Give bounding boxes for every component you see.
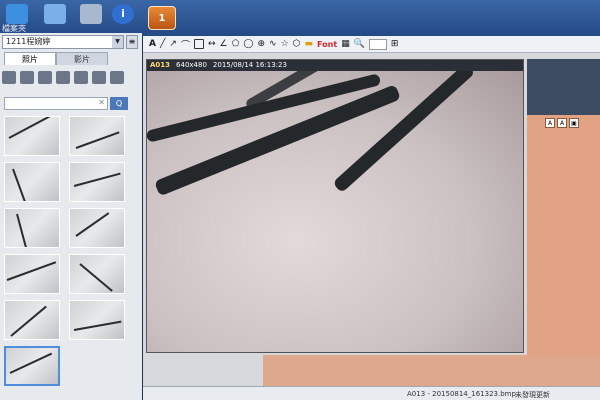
compare-icon[interactable]	[74, 70, 88, 84]
side-button-3[interactable]: ▣	[569, 118, 579, 128]
status-message: 未發現更新	[515, 391, 550, 399]
thumbnail[interactable]	[4, 208, 60, 248]
polygon-tool-icon[interactable]: ⬠	[232, 39, 240, 49]
rectangle-tool-icon[interactable]	[193, 39, 204, 49]
chevron-down-icon[interactable]: ▼	[112, 36, 123, 48]
tab-photos[interactable]: 照片	[4, 52, 56, 65]
tools-icon[interactable]	[80, 4, 102, 24]
angle-tool-icon[interactable]: ∠	[220, 39, 228, 49]
thumbnail[interactable]	[69, 162, 125, 202]
circle-tool-icon[interactable]: ◯	[243, 39, 253, 49]
thumbnail-selected[interactable]	[4, 346, 60, 386]
image-resolution: 640x480	[176, 61, 207, 69]
folder-icon[interactable]	[6, 4, 28, 24]
patient-select-value: 1211程婉婷	[6, 37, 51, 46]
patient-select[interactable]: 1211程婉婷 ▼	[2, 35, 124, 49]
import-icon[interactable]	[2, 70, 16, 84]
thumbnail[interactable]	[69, 254, 125, 294]
search-input[interactable]: ✕	[4, 97, 108, 110]
microscope-image	[147, 60, 523, 352]
status-bar: A013 - 20150814_161323.bmp 未發現更新	[143, 386, 600, 400]
side-panel-header	[527, 59, 600, 115]
thumbnail[interactable]	[4, 116, 60, 156]
image-timestamp: 2015/08/14 16:13:23	[212, 61, 287, 69]
clear-icon[interactable]: ✕	[98, 98, 105, 107]
star-tool-icon[interactable]: ☆	[281, 39, 289, 49]
panel-menu-button[interactable]: ≡	[126, 35, 138, 49]
thumbnail[interactable]	[4, 254, 60, 294]
export-icon[interactable]	[92, 70, 106, 84]
arrow-tool-icon[interactable]: ↗	[169, 39, 177, 49]
polyline-tool-icon[interactable]: ⌒	[181, 38, 190, 51]
info-icon[interactable]: i	[112, 4, 134, 24]
left-panel: 1211程婉婷 ▼ ≡ 照片 影片 ✕ Q	[0, 33, 142, 400]
annotation-toolbar: A ╱ ↗ ⌒ ↔ ∠ ⬠ ◯ ⊕ ∿ ☆ ⬡ ▬ Font ▦ 🔍 ⊞	[143, 36, 600, 53]
color-tool-icon[interactable]: ▬	[305, 39, 314, 49]
copy-icon[interactable]	[20, 70, 34, 84]
thumbnail[interactable]	[4, 300, 60, 340]
side-controls: A A ▣	[545, 118, 579, 128]
shape-tool-icon[interactable]: ⬡	[293, 39, 301, 49]
ellipse-tool-icon[interactable]: ⊕	[257, 39, 265, 49]
side-button-2[interactable]: A	[557, 118, 567, 128]
font-button[interactable]: Font	[317, 40, 337, 49]
search-button[interactable]: Q	[110, 97, 128, 110]
status-filename: A013 - 20150814_161323.bmp	[407, 390, 516, 398]
zoom-icon[interactable]: 🔍	[354, 39, 365, 49]
line-tool-icon[interactable]: ╱	[160, 39, 165, 49]
photo-tools	[2, 69, 138, 85]
save-icon[interactable]	[38, 70, 52, 84]
thumbnail[interactable]	[69, 300, 125, 340]
side-button-1[interactable]: A	[545, 118, 555, 128]
grid-icon[interactable]: ▦	[341, 39, 350, 49]
tab-videos[interactable]: 影片	[56, 52, 108, 65]
image-viewer[interactable]: A013 640x480 2015/08/14 16:13:23	[146, 59, 524, 353]
thumbnail[interactable]	[4, 162, 60, 202]
pin-icon[interactable]: ⊞	[391, 39, 399, 49]
thumbnail[interactable]	[69, 116, 125, 156]
edit-icon[interactable]	[56, 70, 70, 84]
image-info-bar: A013 640x480 2015/08/14 16:13:23	[147, 60, 523, 71]
image-id: A013	[150, 61, 171, 69]
thumbnail[interactable]	[69, 208, 125, 248]
curve-tool-icon[interactable]: ∿	[269, 39, 277, 49]
text-tool-icon[interactable]: A	[149, 39, 156, 49]
delete-icon[interactable]	[110, 70, 124, 84]
measure-tool-icon[interactable]: ↔	[208, 39, 216, 49]
patient-tab[interactable]: 1	[148, 6, 176, 30]
screen-icon[interactable]	[44, 4, 66, 24]
top-toolbar: 檔案夾 i 1	[0, 0, 600, 36]
zoom-box[interactable]	[368, 38, 387, 50]
